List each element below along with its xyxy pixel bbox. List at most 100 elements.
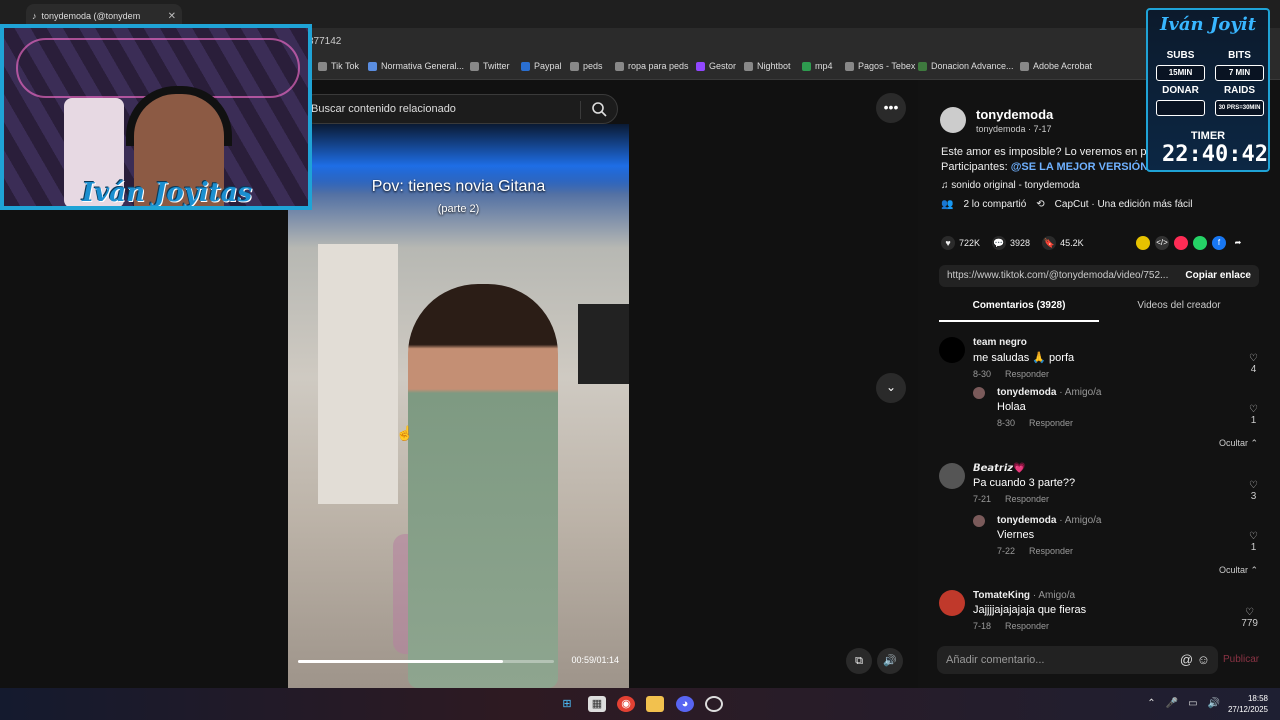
bookmark-item[interactable]: Twitter bbox=[470, 61, 510, 71]
search-input[interactable]: Buscar contenido relacionado bbox=[300, 94, 618, 124]
folder-icon[interactable] bbox=[646, 696, 664, 712]
reply-item: tonydemoda · Amigo/a Viernes 7-22 Respond… bbox=[973, 515, 1253, 556]
emoji-icon[interactable]: ☺ bbox=[1197, 652, 1210, 667]
bookmark-folder[interactable]: peds bbox=[570, 61, 603, 71]
reply-button[interactable]: Responder bbox=[1005, 369, 1049, 379]
avatar[interactable] bbox=[940, 107, 966, 133]
comment-like-button[interactable]: ♡ 3 bbox=[1249, 480, 1258, 502]
system-clock[interactable]: 18:58 27/12/2025 bbox=[1228, 693, 1268, 715]
mouse-cursor: ☝ bbox=[396, 425, 414, 441]
shared-row: 👥 2 lo compartió ⟲ CapCut · Una edición … bbox=[941, 199, 1193, 210]
timer-value: 22:40:42 bbox=[1162, 142, 1268, 167]
video-time: 00:59/01:14 bbox=[571, 655, 619, 665]
comment-icon: 💬 bbox=[992, 236, 1007, 250]
discord-icon[interactable]: ◕ bbox=[676, 696, 694, 712]
comment-item: 𝘽𝙚𝙖𝙩𝙧𝙞𝙯💗 Pa cuando 3 parte?? 7-21 Respond… bbox=[939, 463, 1259, 504]
subs-value: 15MIN bbox=[1156, 65, 1205, 81]
bookmark-item[interactable]: Adobe Acrobat bbox=[1020, 61, 1092, 71]
facebook-icon[interactable]: f bbox=[1212, 236, 1226, 250]
save-button[interactable]: 🔖 45.2K bbox=[1042, 236, 1084, 250]
reply-button[interactable]: Responder bbox=[1005, 494, 1049, 504]
streamer-logo: Iván Joyitas bbox=[82, 178, 253, 208]
post-description: Este amor es imposible? Lo veremos en pr… bbox=[941, 146, 1160, 173]
like-button[interactable]: ♥ 722K bbox=[941, 236, 980, 250]
mention-icon[interactable]: @ bbox=[1180, 652, 1193, 667]
avatar[interactable] bbox=[939, 590, 965, 616]
windows-taskbar: ⊞ ▦ ◉ ◕ ⌃ 🎤 ▭ 🔊 18:58 27/12/2025 bbox=[0, 688, 1280, 720]
whatsapp-icon[interactable] bbox=[1193, 236, 1207, 250]
bookmark-item[interactable]: Pagos - Tebex bbox=[845, 61, 915, 71]
search-placeholder: Buscar contenido relacionado bbox=[311, 103, 456, 115]
video-caption: Pov: tienes novia Gitana bbox=[371, 178, 546, 195]
pip-button[interactable]: ⧉ bbox=[846, 648, 872, 674]
music-note-icon: ♫ bbox=[941, 180, 952, 191]
bookmark-item[interactable]: Nightbot bbox=[744, 61, 791, 71]
author-info[interactable]: tonydemoda tonydemoda · 7-17 bbox=[940, 107, 1053, 134]
bookmark-item[interactable]: Donacion Advance... bbox=[918, 61, 1014, 71]
tab-comments[interactable]: Comentarios (3928) bbox=[939, 300, 1099, 322]
progress-fill bbox=[298, 660, 503, 663]
video-player[interactable]: Pov: tienes novia Gitana (parte 2) 00:59… bbox=[288, 124, 629, 688]
bookmark-item[interactable]: mp4 bbox=[802, 61, 833, 71]
chrome-icon[interactable]: ◉ bbox=[617, 696, 635, 712]
comment-like-button[interactable]: ♡ 4 bbox=[1249, 353, 1258, 375]
reply-button[interactable]: Responder bbox=[1029, 418, 1073, 428]
capcut-link[interactable]: CapCut · Una edición más fácil bbox=[1055, 199, 1193, 210]
donar-value bbox=[1156, 100, 1205, 116]
comment-input[interactable]: Añadir comentario... @ ☺ bbox=[937, 646, 1218, 674]
hide-replies-button[interactable]: Ocultar ⌃ bbox=[1219, 438, 1258, 449]
speaker-icon[interactable]: 🔊 bbox=[1208, 698, 1220, 709]
bookmark-item[interactable]: Normativa General... bbox=[368, 61, 464, 71]
heart-outline-icon: ♡ bbox=[1249, 353, 1258, 364]
copy-link-button[interactable]: Copiar enlace bbox=[1185, 265, 1251, 287]
comment-button[interactable]: 💬 3928 bbox=[992, 236, 1030, 250]
network-icon[interactable]: ▭ bbox=[1188, 698, 1197, 709]
avatar[interactable] bbox=[973, 387, 985, 399]
microphone-icon[interactable]: 🎤 bbox=[1166, 698, 1178, 709]
music-link[interactable]: ♫ sonido original - tonydemoda bbox=[941, 180, 1080, 191]
bookmark-folder[interactable]: ropa para peds bbox=[615, 61, 689, 71]
share-arrow-icon[interactable]: ➦ bbox=[1231, 236, 1245, 250]
bookmark-item[interactable]: Tik Tok bbox=[318, 61, 359, 71]
timer-label: TIMER bbox=[1190, 130, 1226, 142]
comment-item: TomateKing · Amigo/a Jajjjjajajajaja que… bbox=[939, 590, 1259, 631]
shared-avatars-icon: 👥 bbox=[941, 199, 954, 210]
start-icon[interactable]: ⊞ bbox=[558, 696, 576, 712]
bookmark-item[interactable]: Gestor bbox=[696, 61, 736, 71]
webcam-overlay: Iván Joyitas bbox=[0, 24, 312, 210]
more-options-button[interactable]: ••• bbox=[876, 93, 906, 123]
coin-icon[interactable] bbox=[1136, 236, 1150, 250]
hide-replies-button[interactable]: Ocultar ⌃ bbox=[1219, 565, 1258, 576]
share-icons: </> f ➦ bbox=[1136, 236, 1245, 250]
video-frame-person bbox=[408, 284, 558, 688]
engagement-row: ♥ 722K 💬 3928 🔖 45.2K bbox=[941, 236, 1090, 250]
send-icon[interactable] bbox=[1174, 236, 1188, 250]
author-name[interactable]: tonydemoda bbox=[976, 107, 1053, 122]
avatar[interactable] bbox=[939, 337, 965, 363]
reply-button[interactable]: Responder bbox=[1005, 621, 1049, 631]
bookmark-item[interactable]: Paypal bbox=[521, 61, 562, 71]
store-icon[interactable]: ▦ bbox=[588, 696, 606, 712]
avatar[interactable] bbox=[973, 515, 985, 527]
search-icon[interactable] bbox=[591, 101, 607, 117]
comment-like-button[interactable]: ♡ 779 bbox=[1241, 607, 1258, 629]
tab-creator-videos[interactable]: Videos del creador bbox=[1099, 300, 1259, 311]
comment-like-button[interactable]: ♡ 1 bbox=[1249, 404, 1258, 426]
comment-like-button[interactable]: ♡ 1 bbox=[1249, 531, 1258, 553]
volume-button[interactable]: 🔊 bbox=[877, 648, 903, 674]
app-icon[interactable] bbox=[705, 696, 723, 712]
close-tab-icon[interactable]: ✕ bbox=[168, 11, 176, 22]
chevron-up-icon[interactable]: ⌃ bbox=[1147, 698, 1155, 709]
raids-value: 30 PRS=30MIN bbox=[1215, 100, 1264, 116]
next-video-button[interactable]: ⌄ bbox=[876, 373, 906, 403]
reply-button[interactable]: Responder bbox=[1029, 546, 1073, 556]
share-link-field[interactable]: https://www.tiktok.com/@tonydemoda/video… bbox=[939, 265, 1259, 287]
reply-item: tonydemoda · Amigo/a Holaa 8-30 Responder bbox=[973, 387, 1253, 428]
avatar[interactable] bbox=[939, 463, 965, 489]
mention-link[interactable]: @SE LA MEJOR VERSIÓN D bbox=[1011, 161, 1159, 173]
publish-button[interactable]: Publicar bbox=[1223, 654, 1259, 665]
comment-item: team negro me saludas 🙏 porfa 8-30 Respon… bbox=[939, 337, 1259, 379]
video-progress-bar[interactable] bbox=[298, 660, 554, 663]
embed-icon[interactable]: </> bbox=[1155, 236, 1169, 250]
tab-title: tonydemoda (@tonydem bbox=[41, 11, 141, 21]
